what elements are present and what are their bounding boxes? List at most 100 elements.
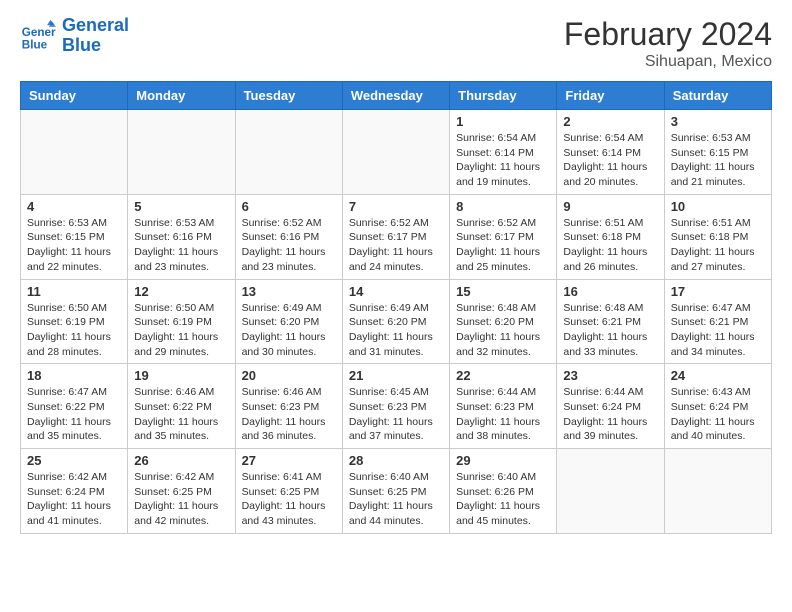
calendar-cell: 15 Sunrise: 6:48 AM Sunset: 6:20 PM Dayli… — [450, 279, 557, 364]
day-number: 7 — [349, 199, 443, 214]
calendar-cell: 6Sunrise: 6:52 AM Sunset: 6:16 PM Daylig… — [235, 194, 342, 279]
day-number: 23 — [563, 368, 657, 383]
day-info: Sunrise: 6:52 AM Sunset: 6:17 PM Dayligh… — [349, 216, 443, 275]
day-number: 12 — [134, 284, 228, 299]
day-info: Sunrise: 6:51 AM Sunset: 6:18 PM Dayligh… — [671, 216, 765, 275]
calendar-cell — [557, 449, 664, 534]
svg-text:General: General — [22, 26, 56, 39]
calendar-cell: 12 Sunrise: 6:50 AM Sunset: 6:19 PM Dayli… — [128, 279, 235, 364]
day-number: 14 — [349, 284, 443, 299]
calendar-cell: 16 Sunrise: 6:48 AM Sunset: 6:21 PM Dayli… — [557, 279, 664, 364]
calendar-cell — [342, 110, 449, 195]
day-info: Sunrise: 6:47 AM Sunset: 6:22 PM Dayligh… — [27, 385, 121, 444]
day-number: 21 — [349, 368, 443, 383]
calendar-cell: 29Sunrise: 6:40 AM Sunset: 6:26 PM Dayli… — [450, 449, 557, 534]
calendar-cell: 25 Sunrise: 6:42 AM Sunset: 6:24 PM Dayli… — [21, 449, 128, 534]
calendar-title: February 2024 — [564, 16, 772, 53]
calendar-cell: 18 Sunrise: 6:47 AM Sunset: 6:22 PM Dayli… — [21, 364, 128, 449]
day-number: 22 — [456, 368, 550, 383]
calendar-header-row: SundayMondayTuesdayWednesdayThursdayFrid… — [21, 82, 772, 110]
day-number: 17 — [671, 284, 765, 299]
day-header-tuesday: Tuesday — [235, 82, 342, 110]
day-number: 19 — [134, 368, 228, 383]
day-header-monday: Monday — [128, 82, 235, 110]
calendar-cell — [664, 449, 771, 534]
logo-line2: Blue — [62, 35, 101, 55]
calendar-cell: 27 Sunrise: 6:41 AM Sunset: 6:25 PM Dayli… — [235, 449, 342, 534]
day-info: Sunrise: 6:52 AM Sunset: 6:17 PM Dayligh… — [456, 216, 550, 275]
day-info: Sunrise: 6:53 AM Sunset: 6:16 PM Dayligh… — [134, 216, 228, 275]
calendar-cell: 7 Sunrise: 6:52 AM Sunset: 6:17 PM Daylig… — [342, 194, 449, 279]
day-number: 18 — [27, 368, 121, 383]
calendar-cell: 19 Sunrise: 6:46 AM Sunset: 6:22 PM Dayli… — [128, 364, 235, 449]
calendar-cell: 2 Sunrise: 6:54 AM Sunset: 6:14 PM Daylig… — [557, 110, 664, 195]
day-info: Sunrise: 6:53 AM Sunset: 6:15 PM Dayligh… — [671, 131, 765, 190]
day-info: Sunrise: 6:41 AM Sunset: 6:25 PM Dayligh… — [242, 470, 336, 529]
day-info: Sunrise: 6:47 AM Sunset: 6:21 PM Dayligh… — [671, 301, 765, 360]
day-number: 1 — [456, 114, 550, 129]
calendar-cell: 10 Sunrise: 6:51 AM Sunset: 6:18 PM Dayli… — [664, 194, 771, 279]
day-info: Sunrise: 6:50 AM Sunset: 6:19 PM Dayligh… — [27, 301, 121, 360]
day-number: 16 — [563, 284, 657, 299]
calendar-cell: 8 Sunrise: 6:52 AM Sunset: 6:17 PM Daylig… — [450, 194, 557, 279]
day-number: 8 — [456, 199, 550, 214]
day-info: Sunrise: 6:46 AM Sunset: 6:22 PM Dayligh… — [134, 385, 228, 444]
header: General Blue General Blue February 2024 … — [20, 16, 772, 71]
day-number: 11 — [27, 284, 121, 299]
day-header-saturday: Saturday — [664, 82, 771, 110]
day-info: Sunrise: 6:44 AM Sunset: 6:24 PM Dayligh… — [563, 385, 657, 444]
logo-text: General Blue — [62, 16, 129, 56]
logo-icon: General Blue — [20, 18, 56, 54]
day-info: Sunrise: 6:54 AM Sunset: 6:14 PM Dayligh… — [563, 131, 657, 190]
day-number: 24 — [671, 368, 765, 383]
calendar-cell — [128, 110, 235, 195]
day-info: Sunrise: 6:42 AM Sunset: 6:25 PM Dayligh… — [134, 470, 228, 529]
calendar-cell: 5Sunrise: 6:53 AM Sunset: 6:16 PM Daylig… — [128, 194, 235, 279]
calendar-cell: 23 Sunrise: 6:44 AM Sunset: 6:24 PM Dayli… — [557, 364, 664, 449]
title-block: February 2024 Sihuapan, Mexico — [564, 16, 772, 71]
week-row-1: 1 Sunrise: 6:54 AM Sunset: 6:14 PM Daylig… — [21, 110, 772, 195]
day-info: Sunrise: 6:54 AM Sunset: 6:14 PM Dayligh… — [456, 131, 550, 190]
logo: General Blue General Blue — [20, 16, 129, 56]
day-header-sunday: Sunday — [21, 82, 128, 110]
day-info: Sunrise: 6:45 AM Sunset: 6:23 PM Dayligh… — [349, 385, 443, 444]
svg-text:Blue: Blue — [22, 38, 48, 51]
calendar-cell — [21, 110, 128, 195]
day-number: 29 — [456, 453, 550, 468]
day-info: Sunrise: 6:51 AM Sunset: 6:18 PM Dayligh… — [563, 216, 657, 275]
day-number: 27 — [242, 453, 336, 468]
day-number: 26 — [134, 453, 228, 468]
day-number: 10 — [671, 199, 765, 214]
day-header-friday: Friday — [557, 82, 664, 110]
week-row-5: 25 Sunrise: 6:42 AM Sunset: 6:24 PM Dayli… — [21, 449, 772, 534]
week-row-4: 18 Sunrise: 6:47 AM Sunset: 6:22 PM Dayli… — [21, 364, 772, 449]
day-number: 9 — [563, 199, 657, 214]
day-header-wednesday: Wednesday — [342, 82, 449, 110]
day-number: 15 — [456, 284, 550, 299]
day-number: 13 — [242, 284, 336, 299]
calendar-cell: 28 Sunrise: 6:40 AM Sunset: 6:25 PM Dayli… — [342, 449, 449, 534]
day-number: 3 — [671, 114, 765, 129]
day-number: 28 — [349, 453, 443, 468]
calendar-cell: 1 Sunrise: 6:54 AM Sunset: 6:14 PM Daylig… — [450, 110, 557, 195]
logo-line1: General — [62, 15, 129, 35]
calendar-subtitle: Sihuapan, Mexico — [564, 53, 772, 71]
calendar-cell: 26 Sunrise: 6:42 AM Sunset: 6:25 PM Dayli… — [128, 449, 235, 534]
day-number: 25 — [27, 453, 121, 468]
day-info: Sunrise: 6:48 AM Sunset: 6:21 PM Dayligh… — [563, 301, 657, 360]
day-info: Sunrise: 6:43 AM Sunset: 6:24 PM Dayligh… — [671, 385, 765, 444]
calendar-table: SundayMondayTuesdayWednesdayThursdayFrid… — [20, 81, 772, 534]
calendar-cell: 22 Sunrise: 6:44 AM Sunset: 6:23 PM Dayli… — [450, 364, 557, 449]
day-number: 20 — [242, 368, 336, 383]
day-info: Sunrise: 6:40 AM Sunset: 6:25 PM Dayligh… — [349, 470, 443, 529]
day-info: Sunrise: 6:49 AM Sunset: 6:20 PM Dayligh… — [242, 301, 336, 360]
calendar-cell: 9 Sunrise: 6:51 AM Sunset: 6:18 PM Daylig… — [557, 194, 664, 279]
day-info: Sunrise: 6:48 AM Sunset: 6:20 PM Dayligh… — [456, 301, 550, 360]
day-number: 2 — [563, 114, 657, 129]
day-info: Sunrise: 6:50 AM Sunset: 6:19 PM Dayligh… — [134, 301, 228, 360]
day-info: Sunrise: 6:44 AM Sunset: 6:23 PM Dayligh… — [456, 385, 550, 444]
day-info: Sunrise: 6:42 AM Sunset: 6:24 PM Dayligh… — [27, 470, 121, 529]
calendar-cell: 17 Sunrise: 6:47 AM Sunset: 6:21 PM Dayli… — [664, 279, 771, 364]
week-row-3: 11 Sunrise: 6:50 AM Sunset: 6:19 PM Dayli… — [21, 279, 772, 364]
calendar-cell: 20Sunrise: 6:46 AM Sunset: 6:23 PM Dayli… — [235, 364, 342, 449]
